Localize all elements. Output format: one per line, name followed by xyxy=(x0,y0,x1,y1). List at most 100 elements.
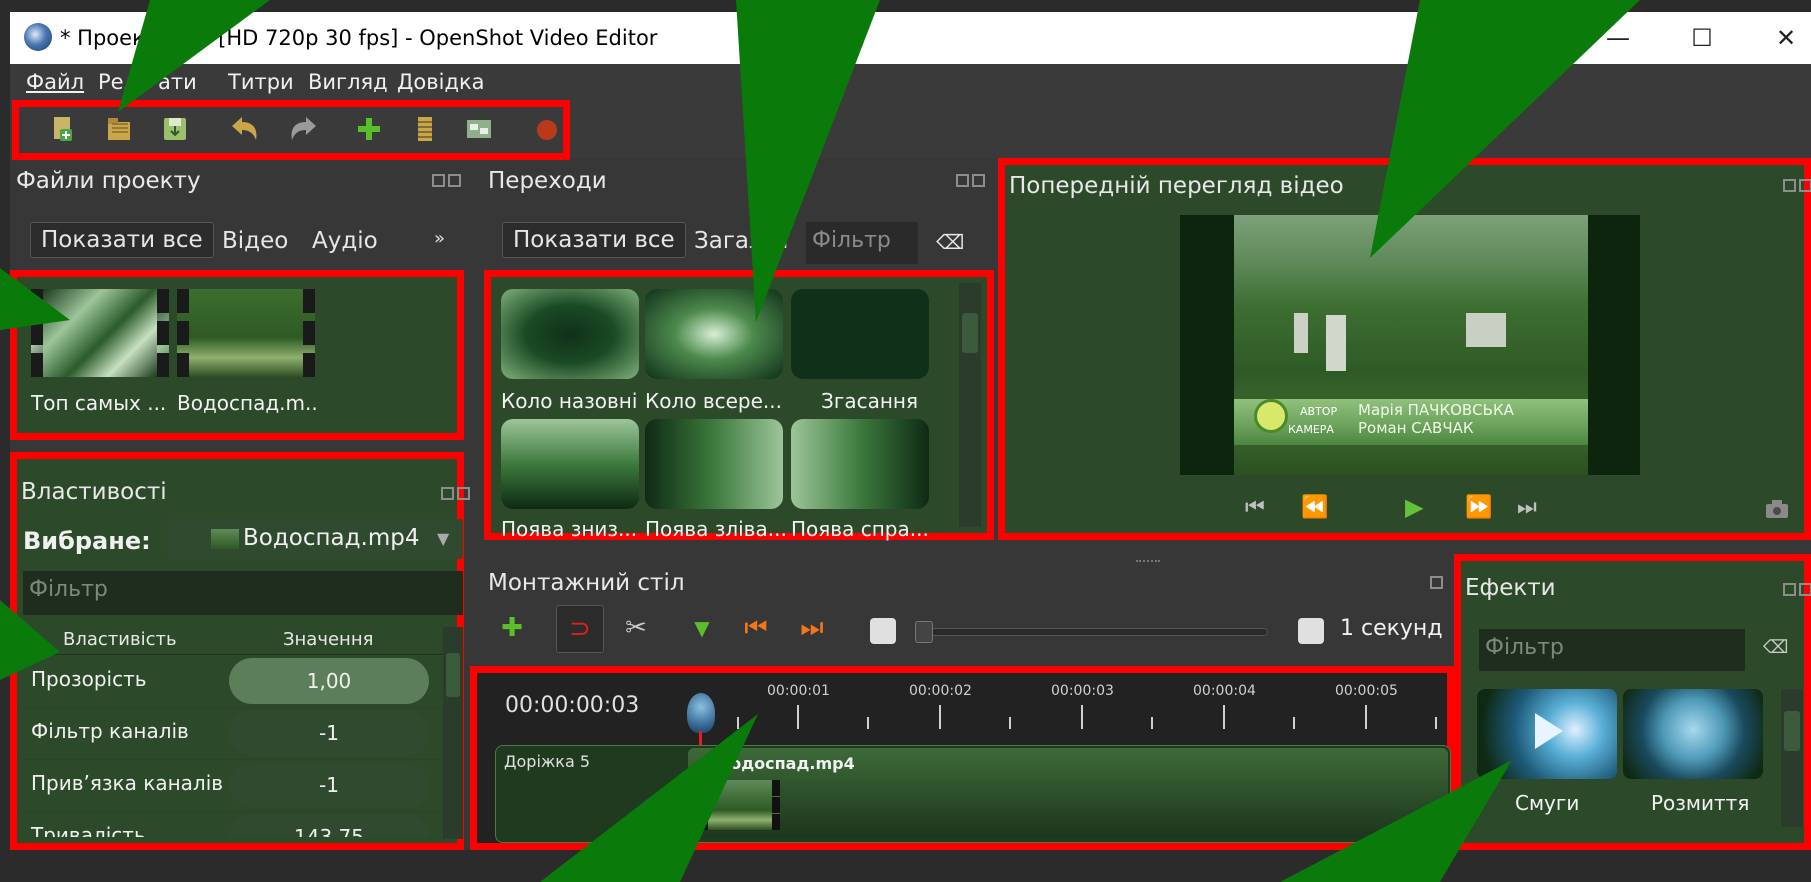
minimize-button[interactable]: — xyxy=(1598,20,1638,56)
properties-title: Властивості xyxy=(21,479,167,505)
table-row[interactable]: Тривалість 143,75 xyxy=(23,811,443,837)
zoom-scale-label: 1 секунд xyxy=(1340,616,1443,641)
transitions-clear-icon[interactable]: ⌫ xyxy=(936,230,964,254)
preview-panel: Попередній перегляд відео АВТОР Марія ПА… xyxy=(998,158,1811,540)
clip[interactable]: Водоспад.mp4 xyxy=(688,748,1448,838)
save-project-icon[interactable] xyxy=(160,114,190,144)
transitions-tab-common[interactable]: Загал xyxy=(694,228,764,254)
transitions-dock-icon[interactable] xyxy=(956,172,990,188)
redo-icon[interactable] xyxy=(286,114,320,144)
effects-title: Ефекти xyxy=(1465,575,1556,601)
column-value: Значення xyxy=(283,629,374,650)
track[interactable]: Доріжка 5 Водоспад.mp4 xyxy=(495,745,1451,843)
properties-dock-icon[interactable] xyxy=(441,485,475,501)
zoom-in-icon[interactable] xyxy=(870,618,896,644)
transitions-scrollbar[interactable] xyxy=(959,283,981,527)
previous-marker-icon[interactable]: ⏮ xyxy=(738,610,774,646)
tower xyxy=(1294,313,1308,353)
fast-forward-button[interactable]: ⏩ xyxy=(1465,495,1495,520)
menu-view[interactable]: Вигляд xyxy=(308,70,388,94)
effects-filter-input[interactable]: Фільтр xyxy=(1479,629,1745,671)
menu-file[interactable]: Файл xyxy=(26,70,84,94)
file-name: Топ самых ... xyxy=(31,391,167,415)
ruler-label: 00:00:01 xyxy=(767,683,830,699)
rewind-button[interactable]: ⏪ xyxy=(1301,495,1331,520)
transitions-tab-all[interactable]: Показати все xyxy=(502,222,686,258)
chevron-down-icon: ▼ xyxy=(437,529,450,548)
effect-thumbnail[interactable] xyxy=(1477,689,1617,779)
selected-clip-name: Водоспад.mp4 xyxy=(243,525,420,551)
table-row[interactable]: Фільтр каналів -1 xyxy=(23,707,443,760)
menu-edit-tail[interactable]: ати xyxy=(158,70,197,94)
playhead-icon[interactable] xyxy=(687,693,715,733)
razor-scissors-icon[interactable]: ✂ xyxy=(618,610,654,646)
maximize-button[interactable]: ☐ xyxy=(1682,20,1722,56)
zoom-slider[interactable] xyxy=(915,621,1268,643)
table-row[interactable]: Прозорість 1,00 xyxy=(23,655,443,708)
transitions-tab-common-tail[interactable]: і xyxy=(782,228,788,254)
snap-magnet-icon[interactable]: ⊃ xyxy=(556,605,604,653)
add-track-icon[interactable]: ✚ xyxy=(494,610,530,646)
property-value[interactable]: 1,00 xyxy=(229,658,429,704)
menu-bar: Файл Ред ати Титри Вигляд Довідка xyxy=(10,64,1811,100)
effect-thumbnail[interactable] xyxy=(1623,689,1763,779)
effect-name: Смуги xyxy=(1515,791,1580,815)
effects-scrollbar[interactable] xyxy=(1781,689,1803,827)
transition-thumbnail[interactable] xyxy=(645,419,783,509)
file-thumbnail[interactable] xyxy=(177,289,315,377)
file-thumbnail[interactable] xyxy=(31,289,169,377)
project-files-tab-video[interactable]: Відео xyxy=(222,228,288,254)
property-value[interactable]: 143,75 xyxy=(229,814,429,837)
play-button[interactable]: ▶ xyxy=(1405,493,1435,521)
close-button[interactable]: ✕ xyxy=(1766,20,1806,56)
menu-titles[interactable]: Титри xyxy=(228,70,294,94)
project-files-title: Файли проекту xyxy=(16,168,201,194)
export-video-icon[interactable] xyxy=(532,114,562,144)
project-files-tab-audio[interactable]: Аудіо xyxy=(312,228,378,254)
zoom-slider-handle[interactable] xyxy=(915,621,933,643)
table-row[interactable]: Прив’язка каналів -1 xyxy=(23,759,443,812)
property-value[interactable]: -1 xyxy=(229,710,429,756)
window-title: * Проек [HD 720p 30 fps] - OpenShot Vide… xyxy=(60,26,658,50)
column-property: Властивість xyxy=(63,629,177,650)
zoom-out-icon[interactable] xyxy=(1298,618,1324,644)
new-project-icon[interactable] xyxy=(48,114,78,144)
transition-thumbnail[interactable] xyxy=(645,289,783,379)
transitions-filter-input[interactable]: Фільтр xyxy=(806,222,918,264)
property-value[interactable]: -1 xyxy=(229,762,429,808)
open-project-icon[interactable] xyxy=(104,114,134,144)
effects-clear-icon[interactable]: ⌫ xyxy=(1763,637,1788,658)
project-files-more-icon[interactable]: » xyxy=(434,228,445,249)
splitter-handle[interactable] xyxy=(1136,560,1160,562)
fullscreen-icon[interactable] xyxy=(464,114,494,144)
openshot-logo-icon xyxy=(24,23,52,51)
castle xyxy=(1466,313,1506,347)
undo-icon[interactable] xyxy=(228,114,262,144)
ruler-label: 00:00:03 xyxy=(1051,683,1114,699)
project-files-dock-icon[interactable] xyxy=(432,172,466,188)
transition-thumbnail[interactable] xyxy=(791,289,929,379)
clip-thumbnail-icon xyxy=(211,529,239,549)
track-name: Доріжка 5 xyxy=(504,752,591,771)
transition-thumbnail[interactable] xyxy=(791,419,929,509)
selected-clip-dropdown[interactable]: Водоспад.mp4 ▼ xyxy=(167,519,463,559)
jump-start-button[interactable]: ⏮ xyxy=(1245,495,1275,520)
menu-edit[interactable]: Ред xyxy=(98,70,138,94)
effects-dock-icon[interactable] xyxy=(1783,581,1811,597)
import-files-icon[interactable] xyxy=(354,114,384,144)
add-marker-icon[interactable]: ▼ xyxy=(684,610,720,646)
properties-filter-input[interactable]: Фільтр xyxy=(23,571,463,615)
transition-name: Коло назовні xyxy=(501,389,638,413)
camera-icon[interactable] xyxy=(1765,499,1789,519)
properties-scrollbar[interactable] xyxy=(443,627,463,839)
menu-help[interactable]: Довідка xyxy=(397,70,485,94)
timeline-ruler[interactable]: 00:00:01 00:00:02 00:00:03 00:00:04 00:0… xyxy=(685,677,1455,737)
jump-end-button[interactable]: ⏭ xyxy=(1517,495,1547,520)
timeline-toolbar: ✚ ⊃ ✂ ▼ ⏮ ⏭ 1 секунд xyxy=(488,605,1448,654)
transition-thumbnail[interactable] xyxy=(501,419,639,509)
preview-dock-icon[interactable] xyxy=(1783,177,1811,193)
profile-icon[interactable] xyxy=(410,114,440,144)
next-marker-icon[interactable]: ⏭ xyxy=(794,610,830,646)
project-files-tab-all[interactable]: Показати все xyxy=(30,222,214,258)
transition-thumbnail[interactable] xyxy=(501,289,639,379)
